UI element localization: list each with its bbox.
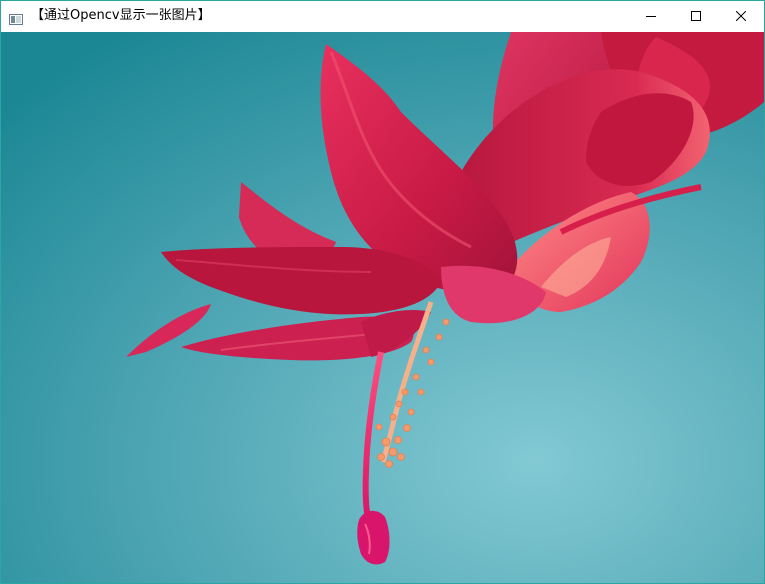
window-title: 【通过Opencv显示一张图片】 [31,8,211,23]
title-bar[interactable]: 【通过Opencv显示一张图片】 [1,1,764,32]
minimize-button[interactable] [628,1,674,31]
app-window: 【通过Opencv显示一张图片】 [0,0,765,584]
maximize-icon [691,11,701,21]
close-button[interactable] [718,1,764,31]
maximize-button[interactable] [673,1,719,31]
minimize-icon [646,16,656,17]
displayed-image [1,32,764,583]
app-icon [9,10,23,25]
close-icon [736,11,746,21]
